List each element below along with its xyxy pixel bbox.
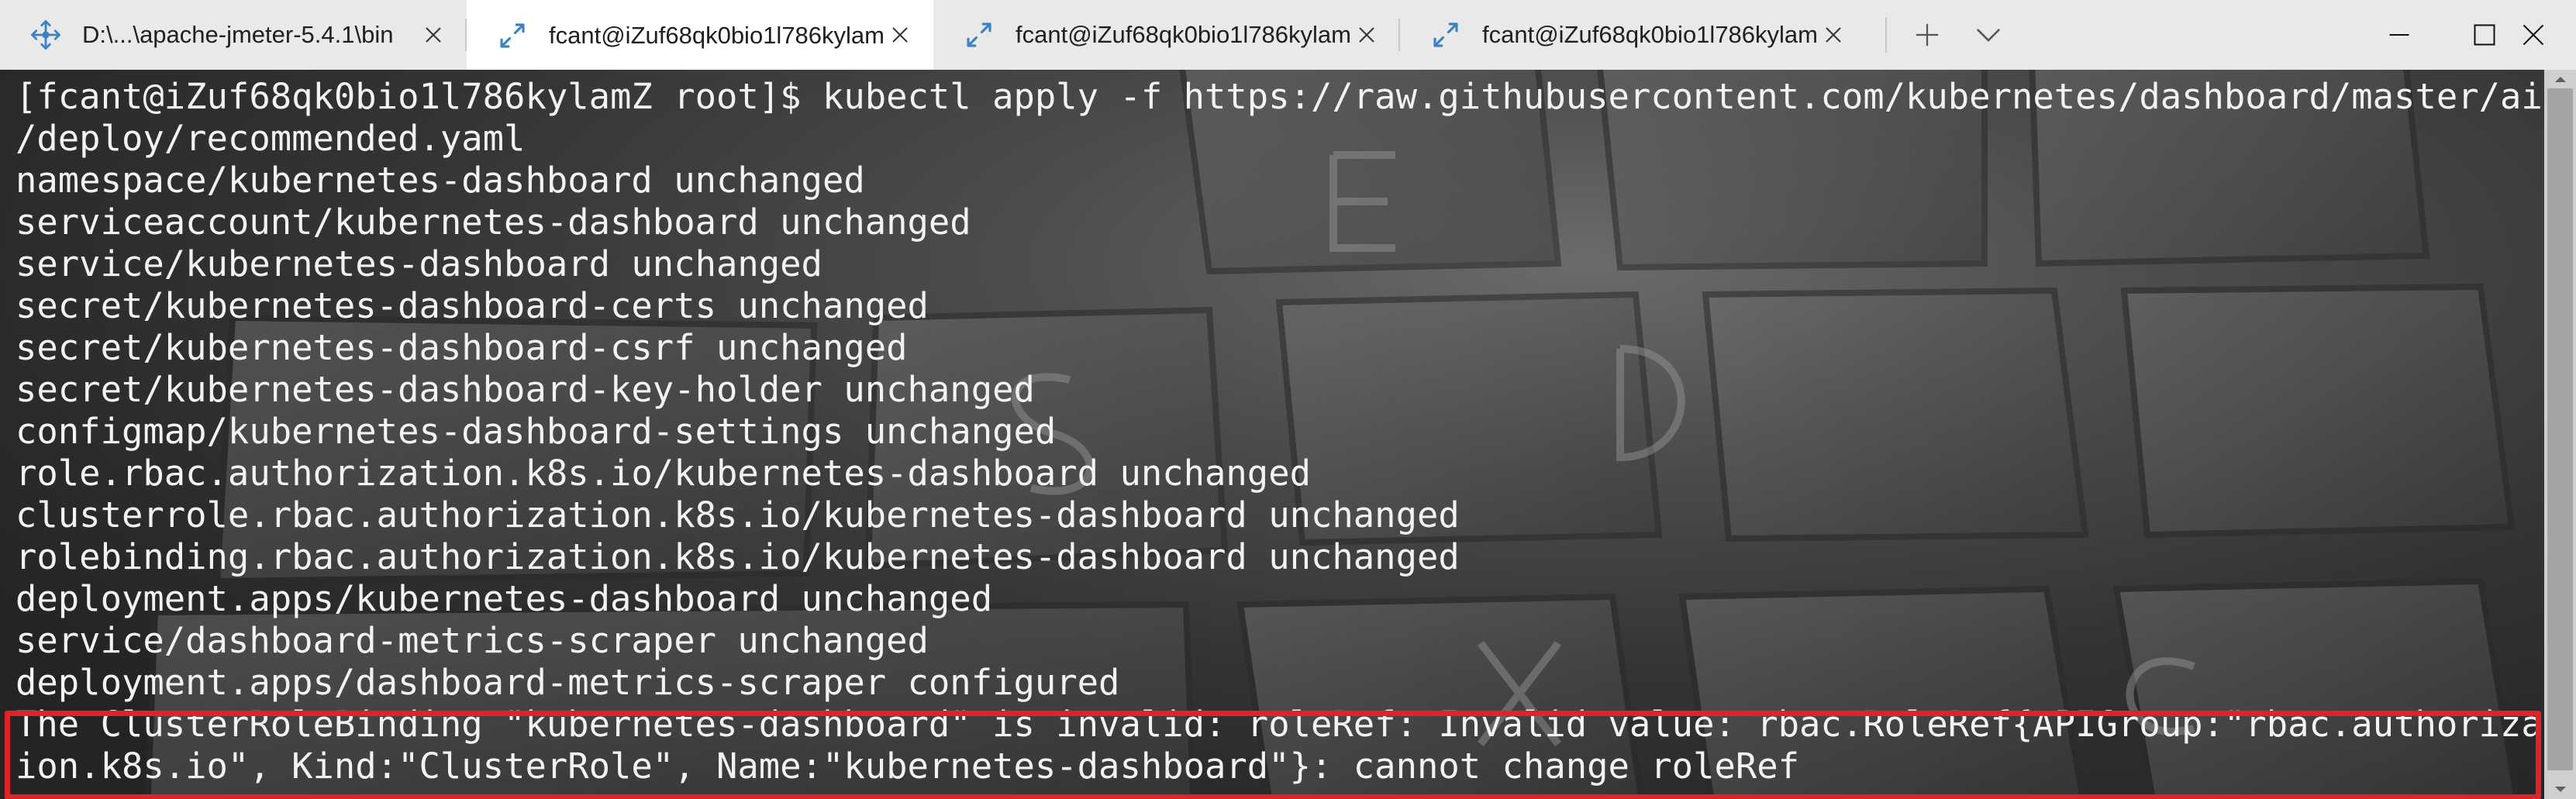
tab-title: fcant@iZuf68qk0bio1l786kylam <box>1482 21 1818 48</box>
terminal-line: clusterrole.rbac.authorization.k8s.io/ku… <box>16 494 1460 536</box>
chevron-down-icon <box>1976 29 2001 42</box>
close-icon <box>892 27 908 43</box>
minimize-button[interactable] <box>2357 0 2442 70</box>
close-window-button[interactable] <box>2491 0 2576 70</box>
terminal-line: rolebinding.rbac.authorization.k8s.io/ku… <box>16 536 1460 577</box>
tab-close-button[interactable] <box>1819 20 1848 50</box>
plus-icon <box>1916 23 1939 46</box>
terminal-output: [fcant@iZuf68qk0bio1l786kylamZ root]$ ku… <box>16 76 2564 787</box>
tab-close-button[interactable] <box>1352 20 1381 50</box>
close-icon <box>426 27 441 43</box>
tab-ssh-1[interactable]: fcant@iZuf68qk0bio1l786kylam <box>467 0 933 71</box>
tab-title: fcant@iZuf68qk0bio1l786kylam <box>549 21 885 49</box>
terminal-line: deployment.apps/kubernetes-dashboard unc… <box>16 578 993 619</box>
tab-title: D:\...\apache-jmeter-5.4.1\bin <box>82 21 394 48</box>
remote-connection-icon <box>1433 22 1458 47</box>
close-icon <box>1826 27 1841 43</box>
error-highlight-box <box>5 711 2541 799</box>
terminal-line: service/dashboard-metrics-scraper unchan… <box>16 620 929 661</box>
terminal-line: namespace/kubernetes-dashboard unchanged <box>16 160 865 201</box>
remote-connection-icon <box>967 22 991 47</box>
tab-close-button[interactable] <box>885 20 915 50</box>
scrollbar[interactable] <box>2544 70 2576 799</box>
terminal-line: [fcant@iZuf68qk0bio1l786kylamZ root]$ ku… <box>16 76 2564 117</box>
terminal-line: configmap/kubernetes-dashboard-settings … <box>16 411 1057 452</box>
new-tab-button[interactable] <box>1904 17 1950 53</box>
scroll-down-button[interactable] <box>2544 780 2576 799</box>
tab-close-button[interactable] <box>419 20 448 50</box>
terminal-line: secret/kubernetes-dashboard-key-holder u… <box>16 369 1035 410</box>
tab-ssh-3[interactable]: fcant@iZuf68qk0bio1l786kylam <box>1400 0 1867 70</box>
terminal-line: service/kubernetes-dashboard unchanged <box>16 243 822 284</box>
terminal-pane[interactable]: [fcant@iZuf68qk0bio1l786kylamZ root]$ ku… <box>0 70 2576 799</box>
tab-dropdown-button[interactable] <box>1965 17 2012 53</box>
terminal-line: role.rbac.authorization.k8s.io/kubernete… <box>16 453 1311 494</box>
terminal-line: serviceaccount/kubernetes-dashboard unch… <box>16 201 971 243</box>
move-arrows-icon <box>31 20 60 50</box>
tab-ssh-2[interactable]: fcant@iZuf68qk0bio1l786kylam <box>933 0 1400 70</box>
terminal-line: secret/kubernetes-dashboard-certs unchan… <box>16 285 929 326</box>
chevron-up-icon <box>2554 77 2566 82</box>
terminal-line: deployment.apps/dashboard-metrics-scrape… <box>16 662 1120 703</box>
tab-bar: D:\...\apache-jmeter-5.4.1\bin fcant@iZu… <box>0 0 2576 71</box>
close-icon <box>1359 27 1374 43</box>
close-icon <box>2523 24 2544 46</box>
tab-jmeter[interactable]: D:\...\apache-jmeter-5.4.1\bin <box>0 0 467 70</box>
scroll-up-button[interactable] <box>2544 70 2576 88</box>
terminal-line: /deploy/recommended.yaml <box>16 118 526 159</box>
scrollbar-thumb[interactable] <box>2547 88 2573 770</box>
minimize-icon <box>2389 34 2409 36</box>
remote-connection-icon <box>500 22 525 48</box>
tab-title: fcant@iZuf68qk0bio1l786kylam <box>1016 21 1351 48</box>
terminal-line: secret/kubernetes-dashboard-csrf unchang… <box>16 327 908 368</box>
toolbar-separator <box>1885 17 1887 53</box>
chevron-down-icon <box>2554 787 2566 792</box>
terminal-window: D:\...\apache-jmeter-5.4.1\bin fcant@iZu… <box>0 0 2576 799</box>
